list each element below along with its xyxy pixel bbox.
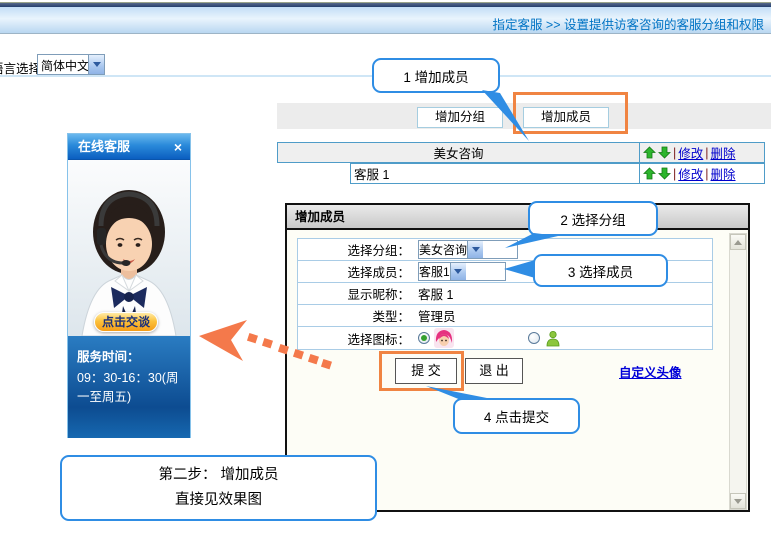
highlight-rect-submit [379,351,464,391]
separator: | [705,167,708,181]
separator: | [673,146,676,160]
dotted-arrow-head-icon [199,320,247,361]
icon-radio-girl[interactable] [418,332,430,344]
arrow-dash [262,338,273,348]
click-to-chat-button[interactable]: 点击交谈 [94,312,158,332]
chat-widget-titlebar: 在线客服 × [68,134,190,160]
form-label: 类型： [298,306,410,325]
service-info: 服务时间： 09：30-16：30(周一至周五) [68,336,190,438]
close-icon[interactable]: × [174,134,182,160]
summary-line1: 第二步： 增加成员 [158,463,278,488]
form-label: 选择图标： [298,329,410,348]
form-label: 显示昵称： [298,284,410,303]
arrow-dash [247,333,258,343]
group-actions: | 修改 | 删除 [639,143,764,162]
service-time-label: 服务时间： [77,346,181,365]
scroll-down-icon[interactable] [730,493,746,509]
type-value: 管理员 [418,306,456,325]
move-down-icon[interactable] [658,146,671,159]
exit-button[interactable]: 退 出 [465,358,523,384]
language-select-value: 简体中文 [38,55,88,74]
separator: | [673,167,676,181]
chat-widget-title: 在线客服 [78,139,130,154]
form-label: 选择分组： [298,240,410,259]
scroll-up-icon[interactable] [730,234,746,250]
member-actions: | 修改 | 删除 [639,164,764,183]
delete-link[interactable]: 删除 [711,143,736,162]
form-row-type: 类型： 管理员 [298,305,712,327]
callout-step3: 3 选择成员 [533,254,668,287]
group-header-row: 美女咨询 | 修改 | 删除 [277,142,765,163]
separator: | [705,146,708,160]
chevron-down-icon [450,263,466,280]
summary-line2: 直接见效果图 [175,488,262,513]
move-up-icon[interactable] [643,167,656,180]
custom-avatar-link[interactable]: 自定义头像 [619,362,682,381]
move-down-icon[interactable] [658,167,671,180]
girl-avatar-icon [434,328,454,348]
form-label: 选择成员： [298,262,410,281]
nickname-value: 客服 1 [418,284,453,303]
member-select-value: 客服1 [419,263,450,280]
modify-link[interactable]: 修改 [678,143,703,162]
form-row-icon: 选择图标： [298,327,712,349]
callout-step2: 2 选择分组 [528,201,658,236]
panel-scrollbar[interactable] [729,233,747,510]
breadcrumb[interactable]: 指定客服 >> 设置提供访客咨询的客服分组和权限 [492,14,764,33]
member-row: 客服 1 | 修改 | 删除 [350,163,765,184]
callout-step4: 4 点击提交 [453,398,580,434]
agent-photo-illustration [68,160,190,336]
highlight-rect-add-member [513,92,628,134]
callout-step1: 1 增加成员 [372,58,500,93]
agent-photo [68,160,190,336]
add-group-button[interactable]: 增加分组 [417,107,503,128]
icon-radio-person[interactable] [528,332,540,344]
member-select[interactable]: 客服1 [418,262,506,281]
language-select[interactable]: 简体中文 [37,54,105,75]
group-select-value: 美女咨询 [419,241,467,258]
chevron-down-icon [467,241,483,258]
panel-title: 增加成员 [287,205,748,230]
delete-link[interactable]: 删除 [711,164,736,183]
callout-summary: 第二步： 增加成员 直接见效果图 [60,455,377,521]
group-name: 美女咨询 [278,143,639,162]
service-hours: 09：30-16：30(周一至周五) [77,369,181,408]
group-select[interactable]: 美女咨询 [418,240,518,259]
person-avatar-icon [545,330,561,347]
chat-widget: 在线客服 × [67,133,191,438]
member-name: 客服 1 [351,164,639,183]
chevron-down-icon [88,55,104,74]
screen: 指定客服 >> 设置提供访客咨询的客服分组和权限 语言选择： 简体中文 增加分组… [0,0,771,534]
modify-link[interactable]: 修改 [678,164,703,183]
move-up-icon[interactable] [643,146,656,159]
